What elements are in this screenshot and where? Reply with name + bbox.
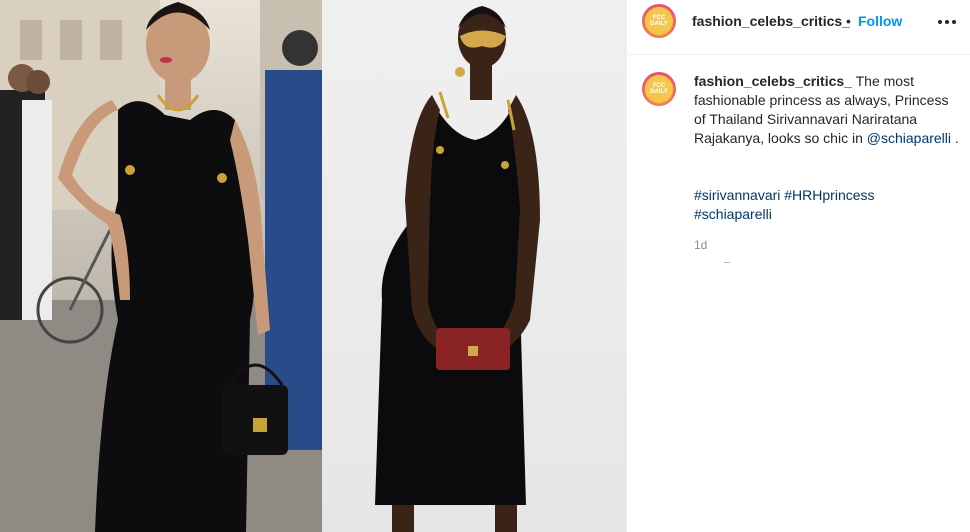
post-header: FCC DAILY fashion_celebs_critics_ • Foll… [627, 0, 970, 55]
left-photo [0, 0, 322, 532]
right-photo [322, 0, 626, 532]
post-timestamp[interactable]: 1d [694, 238, 707, 252]
more-dot [938, 20, 942, 24]
follow-button[interactable]: Follow [858, 13, 902, 29]
caption-username[interactable]: fashion_celebs_critics_ [694, 73, 852, 89]
caption-avatar[interactable]: FCC DAILY [642, 72, 676, 106]
mention-link[interactable]: @schiaparelli [867, 130, 951, 146]
hashtag-link[interactable]: #schiaparelli [694, 206, 772, 222]
more-options-icon[interactable] [935, 12, 959, 32]
hashtag-list: #sirivannavari #HRHprincess #schiaparell… [694, 186, 960, 224]
post-image [0, 0, 626, 532]
avatar-logo: FCC DAILY [645, 7, 673, 35]
avatar[interactable]: FCC DAILY [642, 4, 676, 38]
header-username[interactable]: fashion_celebs_critics_ [692, 13, 850, 29]
header-separator: • [846, 13, 851, 29]
post-sidebar: FCC DAILY fashion_celebs_critics_ • Foll… [627, 0, 970, 532]
replies-divider [724, 262, 730, 263]
more-dot [945, 20, 949, 24]
post-media[interactable] [0, 0, 626, 532]
avatar-logo: FCC DAILY [645, 75, 673, 103]
hashtag-link[interactable]: #sirivannavari [694, 187, 780, 203]
caption-suffix: . [954, 130, 959, 146]
caption: fashion_celebs_critics_ The most fashion… [694, 72, 960, 148]
more-dot [952, 20, 956, 24]
hashtag-link[interactable]: #HRHprincess [784, 187, 874, 203]
